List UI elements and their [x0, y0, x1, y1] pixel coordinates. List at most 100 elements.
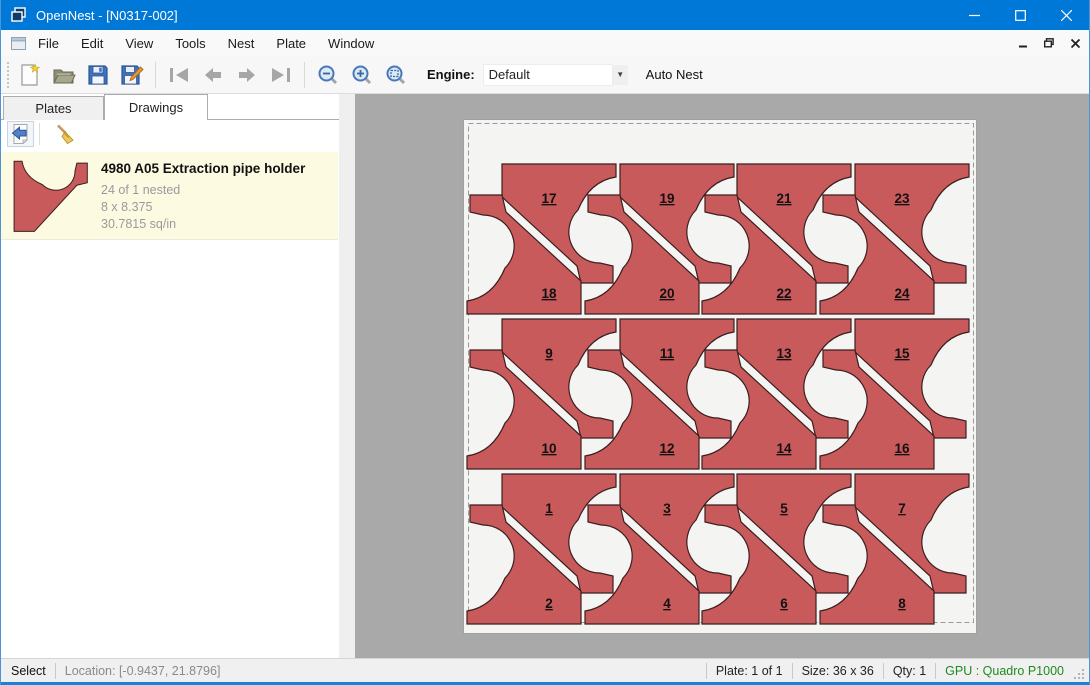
previous-arrow-icon	[201, 66, 225, 84]
toolbar-separator	[155, 62, 156, 88]
drawing-list-item[interactable]: 4980 A05 Extraction pipe holder 24 of 1 …	[1, 152, 338, 240]
next-arrow-icon	[235, 66, 259, 84]
nested-pair: 2324	[820, 164, 969, 314]
status-separator	[55, 663, 56, 679]
toolbar-separator	[39, 123, 40, 145]
close-button[interactable]	[1043, 0, 1089, 30]
import-drawing-button[interactable]	[7, 121, 34, 147]
part-number-label: 3	[663, 501, 671, 516]
nest-canvas[interactable]: 171819202122232491011121314151612345678	[355, 94, 1089, 658]
part-number-label: 9	[545, 346, 553, 361]
tab-drawings[interactable]: Drawings	[104, 94, 208, 120]
zoom-out-button[interactable]	[311, 60, 345, 90]
part-number-label: 4	[663, 596, 671, 611]
nested-pair: 13 14	[702, 319, 851, 469]
mdi-close-button[interactable]	[1067, 36, 1083, 50]
first-plate-button[interactable]	[162, 60, 196, 90]
menu-plate[interactable]: Plate	[265, 32, 317, 55]
nested-pair: 1516	[820, 319, 969, 469]
tab-plates[interactable]: Plates	[3, 96, 104, 120]
nested-pair: 9 10	[467, 319, 616, 469]
zoom-in-button[interactable]	[345, 60, 379, 90]
drawings-toolbar	[1, 120, 339, 148]
status-qty: Qty: 1	[893, 664, 926, 678]
drawing-item-text: 4980 A05 Extraction pipe holder 24 of 1 …	[101, 152, 338, 239]
part-number-label: 15	[894, 346, 910, 361]
mdi-restore-button[interactable]	[1041, 36, 1057, 50]
menu-view[interactable]: View	[114, 32, 164, 55]
drawing-title: 4980 A05 Extraction pipe holder	[101, 161, 338, 176]
minimize-button[interactable]	[951, 0, 997, 30]
app-window: OpenNest - [N0317-002] File Edit View To…	[0, 0, 1090, 685]
part-number-label: 5	[780, 501, 788, 516]
part-number-label: 24	[894, 286, 910, 301]
import-drawing-icon	[10, 123, 31, 145]
mdi-minimize-button[interactable]	[1015, 36, 1031, 50]
nested-pair: 56	[702, 474, 851, 624]
nested-pair: 1920	[585, 164, 734, 314]
status-separator	[792, 663, 793, 679]
last-arrow-icon	[269, 66, 293, 84]
mdi-minimize-icon	[1019, 39, 1028, 48]
panel-splitter[interactable]	[339, 94, 355, 658]
plate[interactable]: 171819202122232491011121314151612345678	[463, 119, 977, 634]
next-plate-button[interactable]	[230, 60, 264, 90]
part-number-label: 10	[541, 441, 556, 456]
part-number-label: 6	[780, 596, 788, 611]
zoom-in-icon	[351, 64, 373, 86]
engine-label: Engine:	[427, 67, 475, 82]
resize-grip[interactable]	[1072, 667, 1086, 681]
zoom-out-icon	[317, 64, 339, 86]
part-thumbnail-shape	[11, 160, 91, 232]
save-edit-icon	[120, 64, 144, 86]
menu-file[interactable]: File	[27, 32, 70, 55]
menu-edit[interactable]: Edit	[70, 32, 114, 55]
maximize-icon	[1015, 10, 1026, 21]
mdi-close-icon	[1071, 39, 1080, 48]
save-button[interactable]	[81, 60, 115, 90]
first-arrow-icon	[167, 66, 191, 84]
maximize-button[interactable]	[997, 0, 1043, 30]
new-button[interactable]	[13, 60, 47, 90]
nested-pair: 2122	[702, 164, 851, 314]
menu-window[interactable]: Window	[317, 32, 385, 55]
app-icon	[10, 6, 28, 24]
previous-plate-button[interactable]	[196, 60, 230, 90]
auto-nest-button[interactable]: Auto Nest	[638, 62, 711, 87]
save-as-button[interactable]	[115, 60, 149, 90]
zoom-extents-icon	[385, 64, 407, 86]
part-number-label: 22	[776, 286, 791, 301]
part-number-label: 19	[659, 191, 674, 206]
broom-icon	[54, 123, 76, 145]
close-icon	[1061, 10, 1072, 21]
menu-nest[interactable]: Nest	[217, 32, 266, 55]
nested-pair: 34	[585, 474, 734, 624]
toolbar-separator	[304, 62, 305, 88]
last-plate-button[interactable]	[264, 60, 298, 90]
status-separator	[706, 663, 707, 679]
engine-dropdown-arrow-icon[interactable]: ▼	[613, 65, 628, 85]
part-number-label: 7	[898, 501, 906, 516]
main-toolbar: Engine: Default ▼ Auto Nest	[1, 56, 1089, 94]
toolbar-grip[interactable]	[3, 61, 13, 89]
part-number-label: 13	[776, 346, 792, 361]
title-bar: OpenNest - [N0317-002]	[1, 0, 1089, 30]
open-folder-icon	[52, 64, 76, 86]
menu-tools[interactable]: Tools	[164, 32, 216, 55]
part-number-label: 16	[894, 441, 910, 456]
zoom-extents-button[interactable]	[379, 60, 413, 90]
clear-drawings-button[interactable]	[51, 121, 78, 147]
open-button[interactable]	[47, 60, 81, 90]
engine-select[interactable]: Default	[483, 64, 613, 86]
drawing-thumbnail	[1, 152, 101, 240]
document-window-icon	[10, 35, 27, 52]
sidebar: Plates Drawings	[1, 94, 339, 658]
drawing-size: 8 x 8.375	[101, 199, 338, 216]
part-number-label: 14	[776, 441, 792, 456]
status-gpu: GPU : Quadro P1000	[945, 664, 1064, 678]
status-plate: Plate: 1 of 1	[716, 664, 783, 678]
nested-pair: 1112	[585, 319, 734, 469]
status-separator	[883, 663, 884, 679]
sidebar-tabs: Plates Drawings	[1, 94, 339, 120]
save-icon	[87, 64, 109, 86]
